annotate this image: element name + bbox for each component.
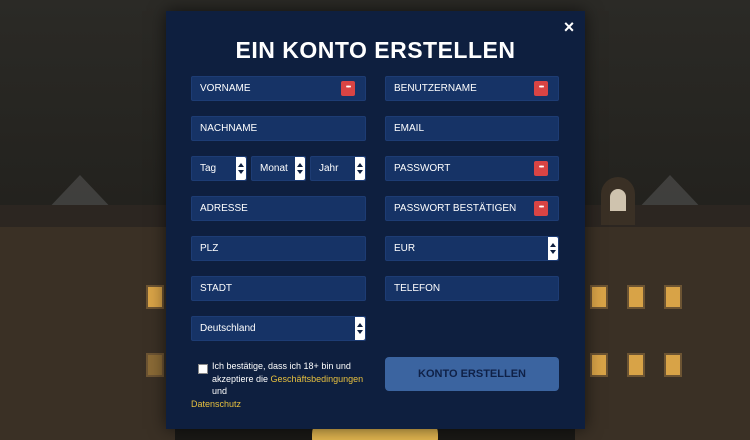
consent-line-2: akzeptiere die Geschäftsbedingungen und [191, 373, 376, 398]
email-input[interactable]: EMAIL [385, 116, 559, 141]
select-spinner-icon [548, 237, 558, 260]
currency-select[interactable]: EUR [385, 236, 559, 261]
jahr-select[interactable]: Jahr [310, 156, 366, 181]
stadt-placeholder: STADT [200, 283, 233, 294]
more-dots-icon[interactable] [341, 76, 355, 99]
building-right [575, 177, 750, 440]
passwort-bestaetigen-input[interactable]: PASSWORT BESTÄTIGEN [385, 196, 559, 221]
nachname-input[interactable]: NACHNAME [191, 116, 366, 141]
select-spinner-icon [355, 317, 365, 340]
select-spinner-icon [236, 157, 246, 180]
select-spinner-icon [295, 157, 305, 180]
terms-link[interactable]: Geschäftsbedingungen [271, 374, 364, 384]
tag-value: Tag [200, 163, 217, 174]
country-select[interactable]: Deutschland [191, 316, 366, 341]
consent-text: Ich bestätige, dass ich 18+ bin und akze… [191, 360, 376, 410]
jahr-value: Jahr [319, 163, 339, 174]
modal-title: EIN KONTO ERSTELLEN [235, 37, 516, 63]
close-icon[interactable]: × [559, 17, 579, 37]
currency-value: EUR [394, 243, 416, 254]
vorname-input[interactable]: VORNAME [191, 76, 366, 101]
building-left [0, 205, 175, 440]
telefon-placeholder: TELEFON [394, 283, 441, 294]
passwort-bestaetigen-placeholder: PASSWORT BESTÄTIGEN [394, 203, 517, 214]
passwort-placeholder: PASSWORT [394, 163, 451, 174]
benutzername-placeholder: BENUTZERNAME [394, 83, 477, 94]
tag-select[interactable]: Tag [191, 156, 247, 181]
adresse-input[interactable]: ADRESSE [191, 196, 366, 221]
more-dots-icon[interactable] [534, 156, 548, 179]
consent-line-3: Datenschutz [191, 398, 376, 411]
monat-value: Monat [260, 163, 288, 174]
consent-line-2-prefix: akzeptiere die [212, 373, 271, 384]
more-dots-icon[interactable] [534, 76, 548, 99]
create-account-button[interactable]: KONTO ERSTELLEN [385, 357, 559, 391]
consent-line-2-suffix: und [212, 386, 228, 396]
vorname-placeholder: VORNAME [200, 83, 251, 94]
consent-line-1: Ich bestätige, dass ich 18+ bin und [212, 361, 351, 371]
adresse-placeholder: ADRESSE [200, 203, 248, 214]
stadt-input[interactable]: STADT [191, 276, 366, 301]
monat-select[interactable]: Monat [251, 156, 306, 181]
email-placeholder: EMAIL [394, 123, 425, 134]
benutzername-input[interactable]: BENUTZERNAME [385, 76, 559, 101]
plz-placeholder: PLZ [200, 243, 219, 254]
passwort-input[interactable]: PASSWORT [385, 156, 559, 181]
nachname-placeholder: NACHNAME [200, 123, 258, 134]
telefon-input[interactable]: TELEFON [385, 276, 559, 301]
privacy-link[interactable]: Datenschutz [191, 399, 241, 409]
country-value: Deutschland [200, 323, 256, 334]
select-spinner-icon [355, 157, 365, 180]
plz-input[interactable]: PLZ [191, 236, 366, 261]
more-dots-icon[interactable] [534, 196, 548, 219]
